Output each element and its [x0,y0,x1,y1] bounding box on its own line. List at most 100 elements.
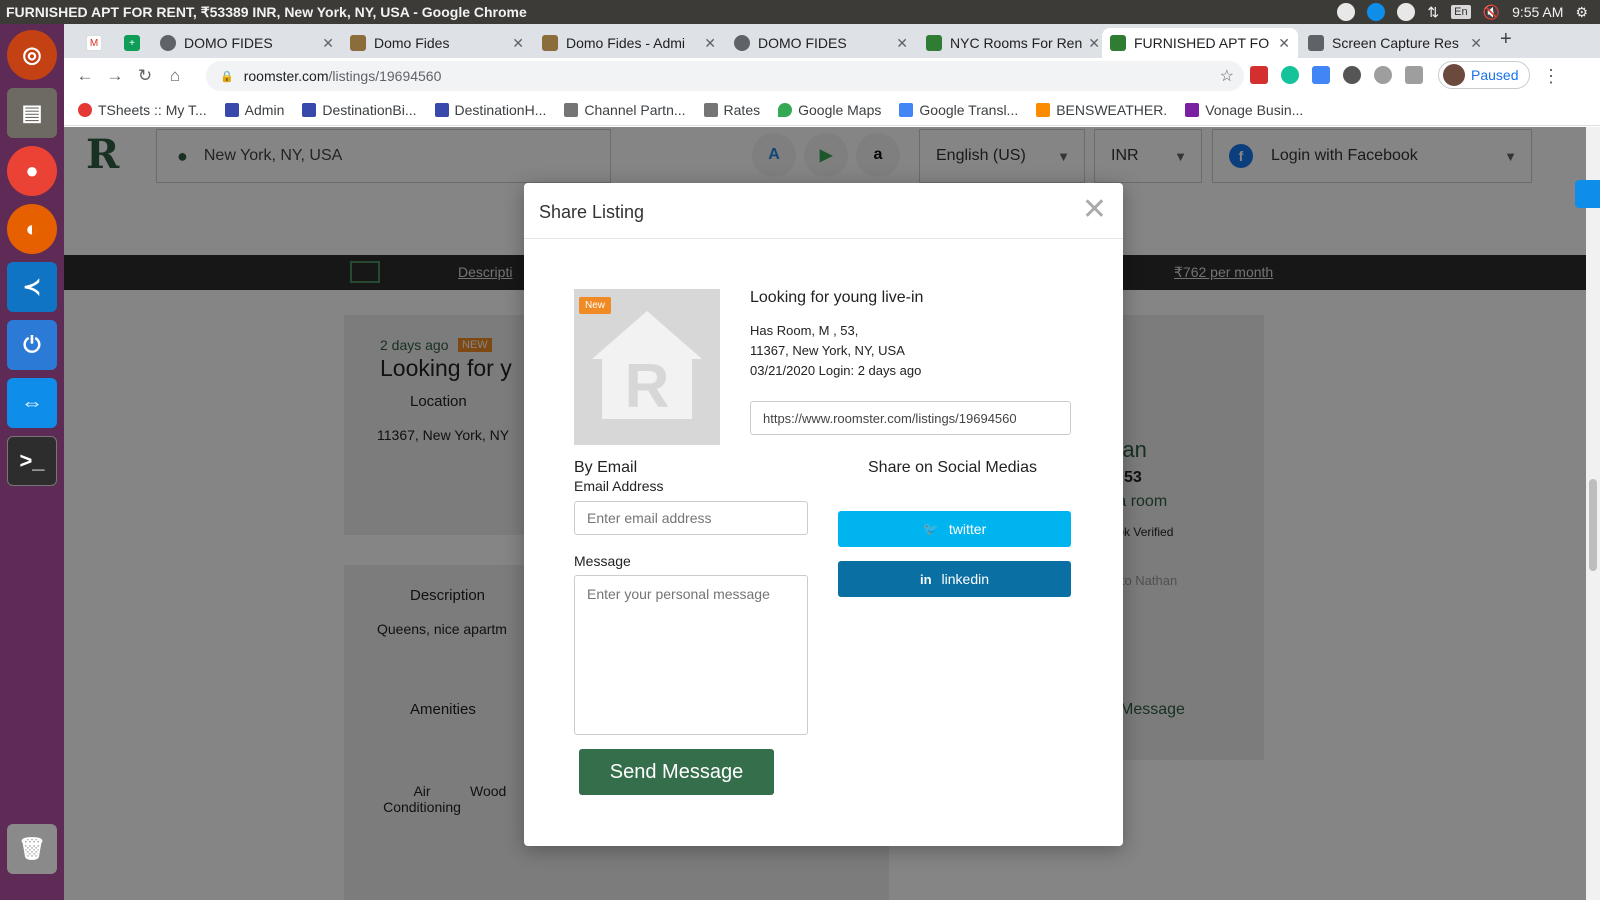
translate-extension-icon[interactable] [1312,66,1330,84]
firefox-icon[interactable]: ◐ [7,204,57,254]
site-icon [224,102,239,117]
bookmark-channel-partners[interactable]: Channel Partn... [564,101,686,118]
weather-icon [1036,102,1051,117]
close-tab-icon[interactable]: ✕ [322,35,334,52]
email-field[interactable] [574,501,808,535]
new-tab-button[interactable]: + [1500,28,1512,51]
tab-gmail[interactable]: M [78,28,114,58]
message-field[interactable] [574,575,808,735]
address-bar[interactable]: 🔒 roomster.com/listings/19694560 ☆ [206,61,1244,91]
page-scrollbar[interactable] [1586,127,1600,900]
tab-screen-capture[interactable]: Screen Capture Res ✕ [1300,28,1490,58]
bookmark-destinationh[interactable]: DestinationH... [434,102,546,118]
steam-icon[interactable] [1337,3,1356,21]
browser-toolbar: ← → ↻ ⌂ 🔒 roomster.com/listings/19694560… [64,58,1600,94]
tab-label: Domo Fides - Admi [566,35,686,51]
bookmark-admin[interactable]: Admin [224,102,284,118]
bookmark-google-translate[interactable]: Google Transl... [899,102,1018,118]
bookmark-vonage[interactable]: Vonage Busin... [1185,102,1303,118]
ubuntu-logo-icon[interactable]: ◎ [7,30,57,80]
teamviewer-tray-icon[interactable] [1367,3,1386,21]
trash-icon[interactable]: 🗑 [7,824,57,874]
volume-icon[interactable]: 🔇 [1483,4,1500,21]
tab-label: Domo Fides [374,35,450,51]
menu-icon[interactable]: ⋮ [1542,66,1560,87]
listing-name: Looking for young live-in [750,289,924,306]
power-icon[interactable]: ⚙ [1575,4,1588,21]
tab-sheets[interactable]: + [116,28,152,58]
tab-label: DOMO FIDES [758,35,847,51]
folder-icon [564,102,579,117]
close-tab-icon[interactable]: ✕ [1278,35,1290,52]
bookmark-bensweather[interactable]: BENSWEATHER. [1036,102,1167,118]
language-indicator[interactable]: En [1451,5,1471,19]
terminal-icon[interactable]: >_ [7,436,57,486]
timer-icon[interactable] [1397,3,1416,21]
bookmark-star-icon[interactable]: ☆ [1220,66,1234,86]
globe-icon [734,35,750,51]
tab-label: NYC Rooms For Ren [950,35,1083,51]
tab-domo-fides-admin[interactable]: Domo Fides - Admi ✕ [534,28,724,58]
forward-icon[interactable]: → [100,66,130,86]
close-tab-icon[interactable]: ✕ [1470,35,1482,52]
clock[interactable]: 9:55 AM [1512,4,1563,20]
tab-nyc-rooms[interactable]: NYC Rooms For Ren ✕ [918,28,1108,58]
teamviewer-side-icon[interactable] [1575,180,1600,208]
twitter-label: twitter [948,521,987,537]
extension-icon[interactable] [1374,66,1392,84]
lock-icon[interactable]: 🔒 [220,70,234,83]
globe-icon [160,35,176,51]
teamviewer-icon[interactable]: ⇔ [7,378,57,428]
tab-strip: M + DOMO FIDES ✕ Domo Fides ✕ Domo Fides… [64,24,1600,58]
close-tab-icon[interactable]: ✕ [896,35,908,52]
profile-button[interactable]: Paused [1438,61,1530,89]
scrollbar-thumb[interactable] [1589,479,1597,571]
timer-app-icon[interactable]: ⏻ [7,320,57,370]
listing-url: https://www.roomster.com/listings/196945… [763,410,1017,426]
extension-icon[interactable] [1343,66,1361,84]
maps-pin-icon [778,102,793,117]
listing-detail-line: 11367, New York, NY, USA [750,343,905,358]
bookmark-google-maps[interactable]: Google Maps [778,102,881,118]
twitter-share-button[interactable]: 🐦 twitter [838,511,1071,547]
files-icon[interactable]: ▤ [7,88,57,138]
close-tab-icon[interactable]: ✕ [704,35,716,52]
close-tab-icon[interactable]: ✕ [512,35,524,52]
chrome-icon[interactable]: ● [7,146,57,196]
home-icon[interactable]: ⌂ [160,66,190,86]
adblock-extension-icon[interactable] [1250,66,1268,84]
new-tag: New [579,297,612,314]
share-listing-modal: Share Listing ✕ New R Looking for young … [524,183,1123,846]
modal-title: Share Listing [539,202,645,222]
bookmark-label: Channel Partn... [584,101,686,118]
bookmark-tsheets[interactable]: TSheets :: My T... [78,102,207,118]
camera-icon [1308,35,1324,51]
linkedin-share-button[interactable]: in linkedin [838,561,1071,597]
network-icon[interactable]: ⇅ [1427,4,1439,21]
folder-icon [703,102,718,117]
bookmark-label: Google Transl... [919,101,1019,118]
grammarly-icon[interactable] [1281,66,1299,84]
send-message-button[interactable]: Send Message [579,749,774,795]
window-title: FURNISHED APT FOR RENT, ₹53389 INR, New … [6,3,527,20]
tab-label: DOMO FIDES [184,35,273,51]
close-tab-icon[interactable]: ✕ [1088,35,1100,52]
tab-domo-fides-2[interactable]: Domo Fides ✕ [342,28,532,58]
gmail-icon: M [86,35,102,51]
tab-domo-fides-3[interactable]: DOMO FIDES ✕ [726,28,916,58]
tab-label: Screen Capture Res [1332,35,1459,51]
site-icon [350,35,366,51]
message-label: Message [574,553,631,569]
bookmark-rates[interactable]: Rates [703,102,760,118]
listing-url-field[interactable]: https://www.roomster.com/listings/196945… [750,401,1071,435]
bookmark-destinationbi[interactable]: DestinationBi... [302,102,417,118]
site-icon [434,102,449,117]
reload-icon[interactable]: ↻ [130,66,160,86]
screen-capture-extension-icon[interactable] [1405,66,1423,84]
tab-domo-fides-1[interactable]: DOMO FIDES ✕ [152,28,342,58]
tab-furnished-apt[interactable]: FURNISHED APT FO ✕ [1102,28,1298,58]
roomster-icon [926,35,942,51]
vscode-icon[interactable]: ≺ [7,262,57,312]
back-icon[interactable]: ← [70,66,100,86]
close-icon[interactable]: ✕ [1082,195,1107,225]
